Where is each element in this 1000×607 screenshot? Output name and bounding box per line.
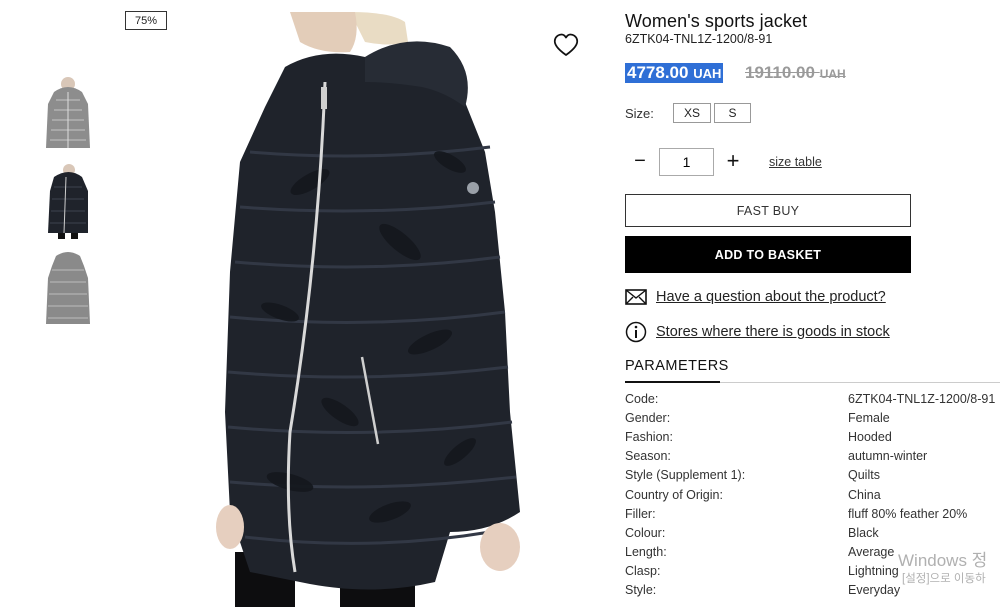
size-label: Size: bbox=[625, 106, 654, 121]
thumbnail-image bbox=[42, 74, 94, 154]
param-key: Length: bbox=[625, 545, 667, 559]
param-value: Everyday bbox=[848, 583, 901, 597]
param-key: Fashion: bbox=[625, 430, 673, 444]
product-main-image bbox=[190, 12, 550, 607]
param-value: Female bbox=[848, 411, 890, 425]
product-title: Women's sports jacket bbox=[625, 11, 808, 31]
param-value: Lightning bbox=[848, 564, 899, 578]
current-price: 4778.00 UAH bbox=[625, 63, 724, 83]
discount-badge: 75% bbox=[125, 11, 167, 30]
param-row-fashion: Fashion: Hooded bbox=[625, 430, 1000, 449]
stores-link[interactable]: Stores where there is goods in stock bbox=[656, 324, 890, 340]
param-value: Average bbox=[848, 545, 895, 559]
param-key: Style: bbox=[625, 583, 657, 597]
param-row-filler: Filler: fluff 80% feather 20% bbox=[625, 507, 1000, 526]
jacket-photo bbox=[190, 12, 550, 607]
param-key: Clasp: bbox=[625, 564, 661, 578]
param-value: fluff 80% feather 20% bbox=[848, 507, 968, 521]
parameters-heading: PARAMETERS bbox=[625, 358, 729, 374]
param-value: Quilts bbox=[848, 468, 880, 482]
thumbnail-1[interactable] bbox=[42, 74, 94, 154]
parameters-tab-underline bbox=[625, 381, 720, 383]
param-value: Hooded bbox=[848, 430, 892, 444]
question-link-row[interactable]: Have a question about the product? bbox=[625, 286, 886, 308]
thumbnail-image bbox=[42, 248, 94, 328]
fast-buy-button[interactable]: FAST BUY bbox=[625, 194, 911, 227]
quantity-decrease-button[interactable]: − bbox=[630, 150, 650, 174]
param-row-length: Length: Average bbox=[625, 545, 1000, 564]
param-key: Season: bbox=[625, 449, 671, 463]
current-price-currency: UAH bbox=[693, 66, 722, 81]
param-key: Colour: bbox=[625, 526, 666, 540]
question-link[interactable]: Have a question about the product? bbox=[656, 289, 886, 305]
param-row-country: Country of Origin: China bbox=[625, 488, 1000, 507]
envelope-icon bbox=[625, 286, 647, 308]
stores-link-row[interactable]: Stores where there is goods in stock bbox=[625, 321, 890, 343]
param-value: Black bbox=[848, 526, 879, 540]
param-key: Gender: bbox=[625, 411, 671, 425]
param-row-style: Style: Everyday bbox=[625, 583, 1000, 602]
param-row-colour: Colour: Black bbox=[625, 526, 1000, 545]
param-key: Filler: bbox=[625, 507, 656, 521]
parameters-divider bbox=[720, 382, 1000, 383]
param-row-clasp: Clasp: Lightning bbox=[625, 564, 1000, 583]
param-value: 6ZTK04-TNL1Z-1200/8-91 bbox=[848, 392, 996, 406]
thumbnail-3[interactable] bbox=[42, 248, 94, 328]
size-option-s[interactable]: S bbox=[714, 103, 751, 123]
size-option-xs[interactable]: XS bbox=[673, 103, 711, 123]
quantity-input[interactable] bbox=[659, 148, 714, 176]
param-row-style-supplement: Style (Supplement 1): Quilts bbox=[625, 468, 1000, 487]
param-key: Code: bbox=[625, 392, 659, 406]
old-price: 19110.00 UAH bbox=[745, 63, 846, 84]
info-icon bbox=[625, 321, 647, 343]
product-sku: 6ZTK04-TNL1Z-1200/8-91 bbox=[625, 32, 773, 46]
old-price-value: 19110.00 bbox=[745, 63, 815, 82]
current-price-value: 4778.00 bbox=[627, 63, 689, 82]
size-table-link[interactable]: size table bbox=[769, 155, 822, 169]
add-to-basket-button[interactable]: ADD TO BASKET bbox=[625, 236, 911, 273]
param-value: autumn-winter bbox=[848, 449, 928, 463]
param-value: China bbox=[848, 488, 881, 502]
thumbnail-image bbox=[42, 161, 94, 241]
thumbnail-2[interactable] bbox=[42, 161, 94, 241]
quantity-increase-button[interactable]: + bbox=[722, 149, 744, 173]
param-key: Country of Origin: bbox=[625, 488, 723, 502]
param-row-season: Season: autumn-winter bbox=[625, 449, 1000, 468]
old-price-currency: UAH bbox=[819, 67, 846, 81]
param-key: Style (Supplement 1): bbox=[625, 468, 746, 482]
param-row-gender: Gender: Female bbox=[625, 411, 1000, 430]
param-row-code: Code: 6ZTK04-TNL1Z-1200/8-91 bbox=[625, 392, 1000, 411]
wishlist-heart-icon[interactable] bbox=[552, 32, 580, 58]
